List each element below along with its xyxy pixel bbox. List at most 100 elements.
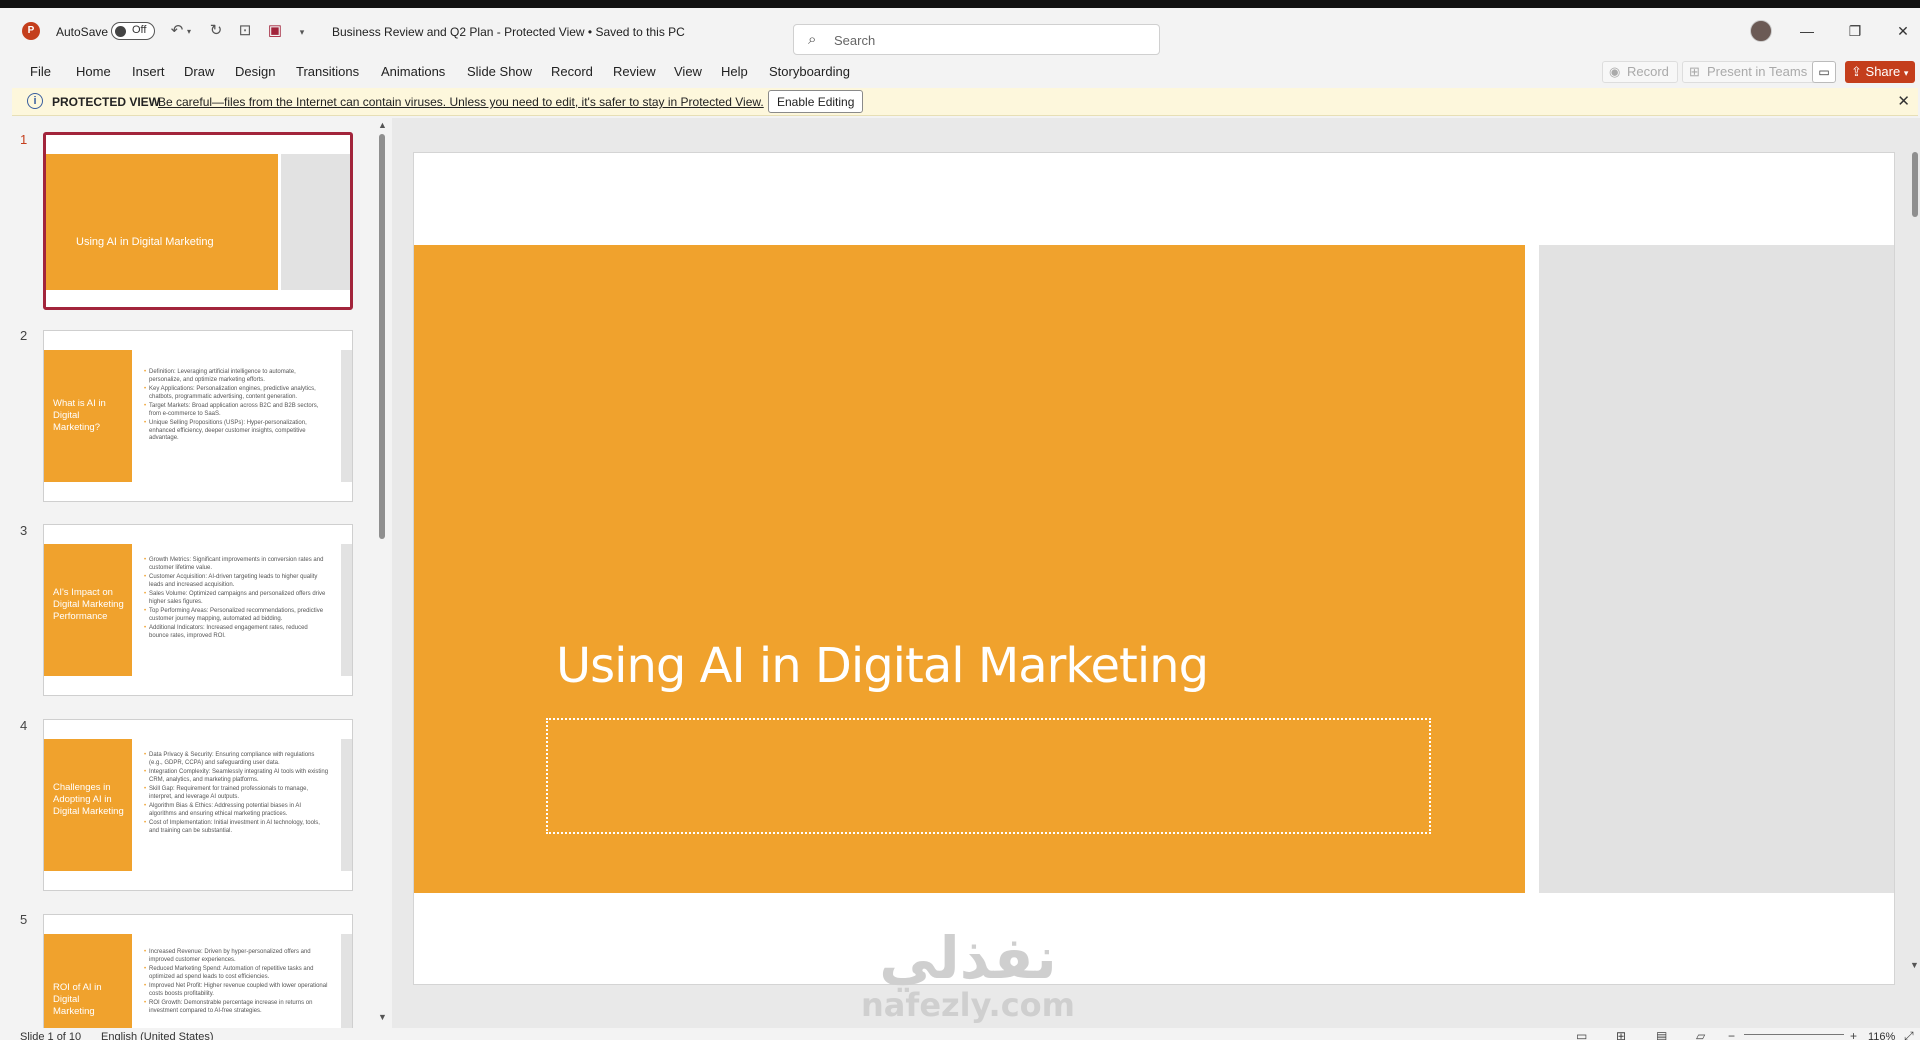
undo-dropdown-icon[interactable]: ▾ (184, 22, 194, 42)
zoom-in-icon[interactable]: + (1850, 1029, 1857, 1040)
protected-view-message[interactable]: Be careful—files from the Internet can c… (158, 95, 764, 109)
tab-view[interactable]: View (674, 64, 702, 79)
tab-record[interactable]: Record (551, 64, 593, 79)
watermark-latin: nafezly.com (861, 986, 1075, 1024)
slide-thumbnail-2[interactable]: What is AI in Digital Marketing? Definit… (43, 330, 353, 502)
tab-transitions[interactable]: Transitions (296, 64, 359, 79)
list-item: Customer Acquisition: AI-driven targetin… (144, 574, 329, 589)
teams-icon: ⊞ (1689, 64, 1700, 79)
zoom-out-icon[interactable]: − (1728, 1029, 1735, 1040)
scroll-down-icon[interactable]: ▼ (378, 1012, 387, 1022)
close-icon[interactable]: ✕ (1897, 92, 1910, 110)
list-item: Growth Metrics: Significant improvements… (144, 557, 329, 572)
title-bar: P AutoSave Off ↶ ▾ ↻ ⊡ ▣ ▾ Business Revi… (0, 8, 1920, 56)
protected-view-title: PROTECTED VIEW (52, 95, 161, 109)
present-in-teams-label: Present in Teams (1707, 64, 1808, 79)
list-item: Key Applications: Personalization engine… (144, 386, 329, 401)
info-icon: i (27, 93, 43, 109)
record-button-label: Record (1627, 64, 1669, 79)
tab-animations[interactable]: Animations (381, 64, 445, 79)
fit-to-window-icon[interactable]: ⤢ (1904, 1029, 1914, 1040)
watermark-logo: نفذلي nafezly.com (848, 928, 1088, 1038)
list-item: ROI Growth: Demonstrable percentage incr… (144, 1000, 329, 1015)
list-item: Unique Selling Propositions (USPs): Hype… (144, 420, 329, 443)
ribbon-tabs: File Home Insert Draw Design Transitions… (0, 56, 1920, 86)
scroll-up-icon[interactable]: ▲ (378, 120, 387, 130)
list-item: Reduced Marketing Spend: Automation of r… (144, 966, 329, 981)
slideshow-icon[interactable]: ▱ (1696, 1029, 1705, 1040)
toggle-knob (115, 26, 126, 37)
tab-file[interactable]: File (30, 64, 51, 79)
search-icon: ⌕ (808, 31, 817, 48)
tab-insert[interactable]: Insert (132, 64, 165, 79)
record-button[interactable]: ◉ Record (1602, 61, 1678, 83)
autosave-label: AutoSave (56, 25, 109, 39)
enable-editing-button[interactable]: Enable Editing (768, 90, 864, 113)
scroll-down-icon[interactable]: ▼ (1910, 960, 1919, 970)
slide-number: 5 (20, 912, 28, 927)
scrollbar-thumb[interactable] (1912, 152, 1918, 217)
current-slide[interactable]: Using AI in Digital Marketing (413, 152, 1895, 985)
language-indicator[interactable]: English (United States) (101, 1031, 214, 1040)
zoom-slider[interactable] (1744, 1034, 1844, 1035)
tab-storyboarding[interactable]: Storyboarding (769, 64, 850, 79)
list-item: Increased Revenue: Driven by hyper-perso… (144, 949, 329, 964)
list-item: Improved Net Profit: Higher revenue coup… (144, 983, 329, 998)
list-item: Algorithm Bias & Ethics: Addressing pote… (144, 803, 329, 818)
slide-sorter-icon[interactable]: ⊞ (1616, 1029, 1626, 1040)
share-label: Share (1865, 64, 1901, 79)
autosave-toggle[interactable]: Off (111, 22, 155, 40)
record-icon: ◉ (1609, 64, 1621, 79)
redo-icon[interactable]: ↻ (206, 21, 226, 41)
thumb-bullets: Data Privacy & Security: Ensuring compli… (144, 752, 329, 837)
present-in-teams-button[interactable]: ⊞ Present in Teams (1682, 61, 1817, 83)
list-item: Cost of Implementation: Initial investme… (144, 820, 329, 835)
restore-icon[interactable]: ❐ (1832, 16, 1878, 46)
tab-design[interactable]: Design (235, 64, 275, 79)
thumb-title-block (46, 154, 278, 290)
close-icon[interactable]: ✕ (1880, 16, 1920, 46)
slide-thumbnail-3[interactable]: AI's Impact on Digital Marketing Perform… (43, 524, 353, 696)
thumb-title: Challenges in Adopting AI in Digital Mar… (53, 782, 124, 817)
thumb-bullets: Increased Revenue: Driven by hyper-perso… (144, 949, 329, 1017)
slide-indicator: Slide 1 of 10 (20, 1031, 82, 1040)
share-button[interactable]: ⇪ Share ▾ (1845, 61, 1915, 83)
slide-title[interactable]: Using AI in Digital Marketing (556, 638, 1209, 694)
slide-thumbnail-5[interactable]: ROI of AI in Digital Marketing Increased… (43, 914, 353, 1028)
slide-thumbnail-1[interactable]: Using AI in Digital Marketing (43, 132, 353, 310)
tab-home[interactable]: Home (76, 64, 111, 79)
tab-review[interactable]: Review (613, 64, 656, 79)
reading-view-icon[interactable]: ▤ (1656, 1029, 1667, 1040)
tab-slide-show[interactable]: Slide Show (467, 64, 532, 79)
protected-view-bar: i PROTECTED VIEW Be careful—files from t… (12, 88, 1918, 116)
normal-view-icon[interactable]: ▭ (1576, 1029, 1587, 1040)
powerpoint-logo-icon: P (22, 22, 40, 40)
customize-icon[interactable]: ▾ (292, 22, 312, 42)
autosave-state: Off (132, 24, 147, 36)
comments-button[interactable]: ▭ (1812, 61, 1836, 83)
slide-thumbnail-4[interactable]: Challenges in Adopting AI in Digital Mar… (43, 719, 353, 891)
search-input[interactable]: ⌕ Search (793, 24, 1160, 55)
tab-draw[interactable]: Draw (184, 64, 214, 79)
slide-number: 1 (20, 132, 28, 147)
thumb-title: ROI of AI in Digital Marketing (53, 982, 102, 1017)
minimize-icon[interactable]: — (1784, 16, 1830, 46)
thumb-side-block (341, 934, 352, 1028)
document-title: Business Review and Q2 Plan - Protected … (332, 25, 685, 39)
thumb-title: AI's Impact on Digital Marketing Perform… (53, 587, 124, 622)
zoom-level[interactable]: 116% (1868, 1031, 1895, 1040)
list-item: Skill Gap: Requirement for trained profe… (144, 786, 329, 801)
thumbnail-scrollbar[interactable]: ▲ ▼ (377, 120, 387, 1025)
canvas-scrollbar[interactable]: ▼ (1910, 140, 1920, 1010)
avatar[interactable] (1750, 20, 1772, 42)
tab-help[interactable]: Help (721, 64, 748, 79)
chevron-down-icon: ▾ (1903, 68, 1909, 78)
present-icon[interactable]: ⊡ (235, 21, 255, 41)
list-item: Integration Complexity: Seamlessly integ… (144, 769, 329, 784)
save-icon[interactable]: ▣ (265, 21, 285, 41)
scrollbar-thumb[interactable] (379, 134, 385, 539)
list-item: Data Privacy & Security: Ensuring compli… (144, 752, 329, 767)
list-item: Definition: Leveraging artificial intell… (144, 369, 329, 384)
subtitle-placeholder[interactable] (546, 718, 1431, 834)
thumb-side-block (341, 739, 352, 871)
